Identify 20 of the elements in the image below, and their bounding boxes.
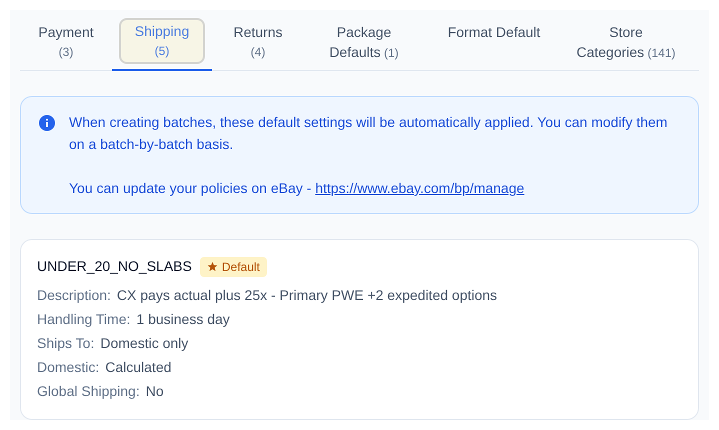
update-text: You can update your policies on eBay - [69, 180, 312, 196]
field-value: Calculated [105, 358, 172, 377]
policies-link[interactable]: https://www.ebay.com/bp/manage [315, 180, 524, 196]
field-label: Domestic: [37, 358, 100, 377]
tab[interactable]: Store Categories (141) [564, 22, 688, 70]
tab[interactable]: Package Defaults (1) [304, 22, 424, 70]
field-value: Domestic only [100, 334, 188, 353]
policy-name: UNDER_20_NO_SLABS [37, 257, 192, 276]
field-label: Ships To: [37, 334, 94, 353]
tab[interactable]: Returns (4) [212, 22, 304, 70]
field-label: Description: [37, 286, 111, 305]
info-message: When creating batches, these default settings will be automatically applied. You can modify them on a batch-by-batch basis. [69, 113, 668, 154]
field-value: CX pays actual plus 25x - Primary PWE +2 expedited options [116, 286, 498, 305]
field-label: Handling Time: [37, 310, 130, 329]
tab[interactable]: Format Default [424, 22, 564, 70]
field-label: Global Shipping: [37, 382, 140, 401]
field-value: No [146, 382, 164, 401]
tab[interactable]: Payment (3) [20, 22, 112, 70]
default-badge: Default [200, 256, 267, 276]
field-value: 1 business day [136, 310, 230, 329]
